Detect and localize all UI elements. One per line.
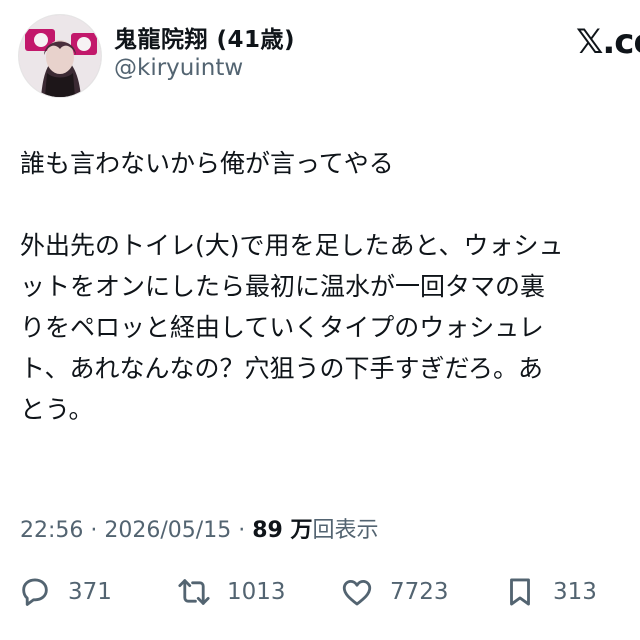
- like-button[interactable]: 7723: [340, 574, 449, 610]
- reply-icon: [22, 578, 48, 606]
- tweet-line: ットをオンにしたら最初に温水が一回タマの裏: [20, 272, 546, 301]
- bookmark-button[interactable]: 313: [503, 574, 597, 610]
- meta-separator: ·: [238, 518, 246, 543]
- like-count: 7723: [390, 579, 449, 605]
- retweet-button[interactable]: 1013: [177, 574, 286, 610]
- tweet-line: ト、あれなんなの？穴狙うの下手すぎだろ。あ: [20, 354, 544, 383]
- source-label: 𝕏.co: [576, 22, 640, 62]
- tweet-meta: 22:56 · 2026/05/15 · 89 万回表示: [20, 512, 379, 544]
- bookmark-count: 313: [553, 579, 597, 605]
- avatar-photo-icon: [19, 15, 101, 97]
- reply-button[interactable]: 371: [18, 574, 112, 610]
- avatar[interactable]: [18, 14, 102, 98]
- tweet-line: りをペロッと経由していくタイプのウォシュレ: [20, 313, 544, 342]
- reply-count: 371: [68, 579, 112, 605]
- tweet-line: とう。: [20, 395, 94, 424]
- tweet-line: 誰も言わないから俺が言ってやる: [20, 149, 394, 178]
- views-label: 回表示: [312, 518, 379, 543]
- heart-icon: [342, 579, 372, 606]
- tweet-body: 誰も言わないから俺が言ってやる 外出先のトイレ(大)で用を足したあと、ウォシュ …: [20, 143, 640, 430]
- views-count: 89 万: [252, 518, 313, 543]
- tweet-line: 外出先のトイレ(大)で用を足したあと、ウォシュ: [20, 231, 564, 260]
- author-handle[interactable]: @kiryuintw: [114, 55, 243, 81]
- retweet-icon: [178, 579, 210, 605]
- author-name[interactable]: 鬼龍院翔 (41歳): [114, 20, 295, 54]
- tweet-date[interactable]: 2026/05/15: [104, 518, 231, 543]
- tweet-time[interactable]: 22:56: [20, 518, 83, 543]
- bookmark-icon: [510, 578, 530, 606]
- retweet-count: 1013: [227, 579, 286, 605]
- action-bar: 371 1013 7723 313: [0, 560, 640, 620]
- meta-separator: ·: [90, 518, 98, 543]
